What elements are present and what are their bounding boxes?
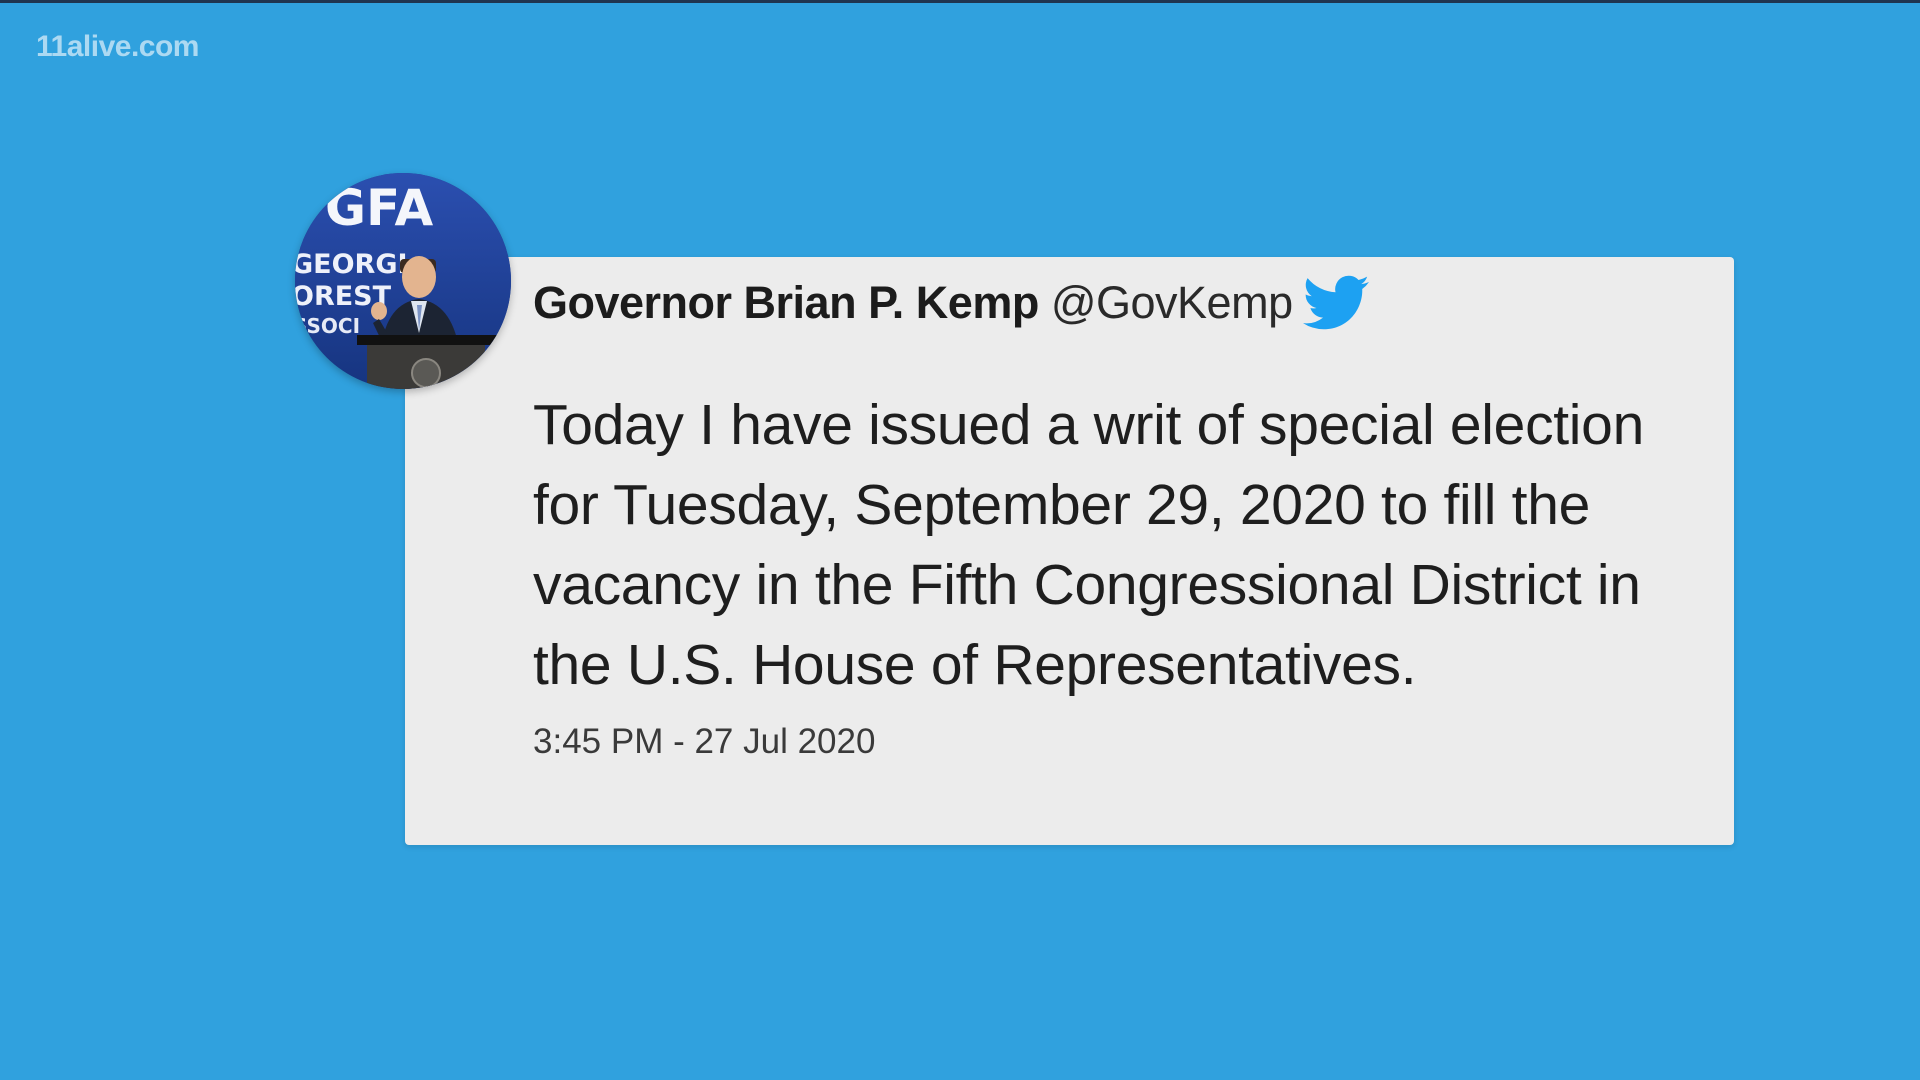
tweet-timestamp: 3:45 PM - 27 Jul 2020 — [533, 722, 876, 761]
avatar-sign: GFA — [325, 179, 433, 237]
station-watermark: 11alive.com — [36, 30, 199, 63]
avatar-photo: GFA GEORGI OREST SSOCI — [295, 173, 511, 389]
top-border — [0, 0, 1920, 3]
avatar: GFA GEORGI OREST SSOCI — [295, 173, 511, 389]
twitter-bird-icon — [1302, 275, 1369, 330]
tweet-header: Governor Brian P. Kemp @GovKemp — [533, 273, 1369, 333]
author-name: Governor Brian P. Kemp — [533, 277, 1039, 328]
avatar-banner-line-3: SSOCI — [295, 314, 360, 338]
tweet-text: Today I have issued a writ of special el… — [533, 393, 1644, 697]
avatar-banner-line-1: GEORGI — [295, 249, 408, 280]
author-handle: @GovKemp — [1050, 277, 1293, 328]
